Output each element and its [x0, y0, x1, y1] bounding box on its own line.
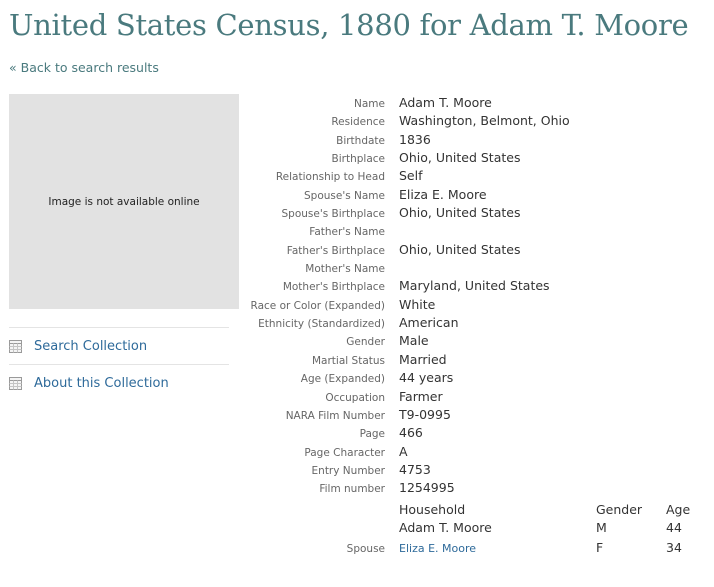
- record-row-page: Page 466: [240, 425, 710, 443]
- field-label: Martial Status: [312, 354, 385, 367]
- field-value: Adam T. Moore: [399, 95, 492, 110]
- field-value: T9-0995: [399, 406, 451, 422]
- field-label: Spouse's Name: [303, 189, 385, 202]
- household-column-header: Household: [399, 502, 466, 517]
- field-label: Residence: [331, 116, 385, 129]
- household-member-age: 44: [666, 520, 682, 535]
- field-label: Occupation: [325, 391, 385, 404]
- field-value: 4753: [399, 461, 431, 477]
- field-value: Ohio, United States: [399, 241, 521, 257]
- field-label: Name: [354, 98, 385, 110]
- field-value: Male: [399, 333, 429, 349]
- field-label: Race or Color (Expanded): [250, 299, 386, 312]
- record-row-nara-film-number: NARA Film Number T9-0995: [240, 407, 710, 425]
- field-value: A: [399, 443, 408, 459]
- record-row-residence: Residence Washington, Belmont, Ohio: [240, 113, 710, 131]
- household-header: Household Gender Age: [240, 502, 710, 521]
- record-row-mother-name: Mother's Name: [240, 260, 710, 278]
- household-member-gender: M: [596, 520, 607, 535]
- image-unavailable-message: Image is not available online: [48, 195, 200, 208]
- household-row: Spouse Eliza E. Moore F 34: [240, 540, 710, 559]
- field-value: 44 years: [399, 370, 454, 386]
- field-label: NARA Film Number: [285, 409, 385, 422]
- field-label: Birthdate: [336, 134, 385, 147]
- record-row-mother-birthplace: Mother's Birthplace Maryland, United Stat…: [240, 278, 710, 296]
- record-row-relationship: Relationship to Head Self: [240, 168, 710, 186]
- field-value: Washington, Belmont, Ohio: [399, 113, 570, 129]
- record-row-film-number: Film number 1254995: [240, 480, 710, 498]
- field-label: Spouse's Birthplace: [281, 208, 386, 221]
- record-row-name: Name Adam T. Moore: [240, 95, 710, 113]
- record-row-marital-status: Martial Status Married: [240, 352, 710, 370]
- field-value: Ohio, United States: [399, 205, 521, 221]
- sidebar-item-search-collection[interactable]: Search Collection: [9, 339, 147, 354]
- field-value: Maryland, United States: [399, 278, 550, 294]
- field-value: Farmer: [399, 388, 443, 404]
- sidebar-item-label: About this Collection: [34, 376, 169, 391]
- field-label: Mother's Name: [305, 263, 385, 276]
- field-label: Gender: [346, 336, 385, 349]
- record-row-page-character: Page Character A: [240, 444, 710, 462]
- field-value: Married: [399, 351, 447, 367]
- age-column-header: Age: [666, 502, 691, 517]
- field-value: 1254995: [399, 480, 455, 496]
- record-row-ethnicity: Ethnicity (Standardized) American: [240, 315, 710, 333]
- household-role: Spouse: [346, 543, 385, 555]
- household-row: Adam T. Moore M 44: [240, 520, 710, 539]
- household-member-name: Adam T. Moore: [399, 520, 492, 535]
- calendar-grid-icon: [9, 340, 22, 353]
- record-details: Name Adam T. Moore Residence Washington, B…: [240, 95, 710, 499]
- record-row-gender: Gender Male: [240, 333, 710, 351]
- sidebar-item-about-collection[interactable]: About this Collection: [9, 376, 169, 391]
- record-row-age: Age (Expanded) 44 years: [240, 370, 710, 388]
- gender-column-header: Gender: [596, 502, 643, 517]
- field-value: 466: [399, 425, 423, 441]
- calendar-grid-icon: [9, 377, 22, 390]
- record-row-birthplace: Birthplace Ohio, United States: [240, 150, 710, 168]
- record-row-father-name: Father's Name: [240, 223, 710, 241]
- page-title: United States Census, 1880 for Adam T. M…: [9, 8, 689, 42]
- field-value: White: [399, 296, 436, 312]
- record-row-spouse-birthplace: Spouse's Birthplace Ohio, United States: [240, 205, 710, 223]
- field-value: Self: [399, 168, 423, 184]
- field-label: Birthplace: [331, 153, 385, 166]
- field-value: 1836: [399, 131, 431, 147]
- household-member-gender: F: [596, 540, 604, 555]
- field-label: Film number: [319, 483, 385, 496]
- field-label: Age (Expanded): [300, 373, 385, 386]
- field-value: American: [399, 315, 459, 331]
- sidebar-item-label: Search Collection: [34, 339, 148, 354]
- record-row-occupation: Occupation Farmer: [240, 389, 710, 407]
- back-to-search-link[interactable]: « Back to search results: [9, 60, 159, 75]
- record-row-father-birthplace: Father's Birthplace Ohio, United States: [240, 242, 710, 260]
- field-label: Father's Name: [309, 226, 385, 239]
- record-row-spouse-name: Spouse's Name Eliza E. Moore: [240, 187, 710, 205]
- field-label: Page Character: [304, 446, 385, 459]
- field-label: Relationship to Head: [275, 171, 385, 184]
- field-label: Ethnicity (Standardized): [258, 318, 385, 331]
- field-label: Entry Number: [311, 464, 385, 477]
- field-label: Mother's Birthplace: [282, 281, 385, 294]
- household-member-link[interactable]: Eliza E. Moore: [399, 542, 476, 555]
- field-value: Ohio, United States: [399, 150, 521, 166]
- field-label: Father's Birthplace: [286, 244, 385, 257]
- household-member-age: 34: [666, 540, 682, 555]
- record-row-entry-number: Entry Number 4753: [240, 462, 710, 480]
- field-value: Eliza E. Moore: [399, 186, 487, 202]
- field-label: Page: [359, 428, 385, 441]
- record-row-birthdate: Birthdate 1836: [240, 132, 710, 150]
- record-row-race: Race or Color (Expanded) White: [240, 297, 710, 315]
